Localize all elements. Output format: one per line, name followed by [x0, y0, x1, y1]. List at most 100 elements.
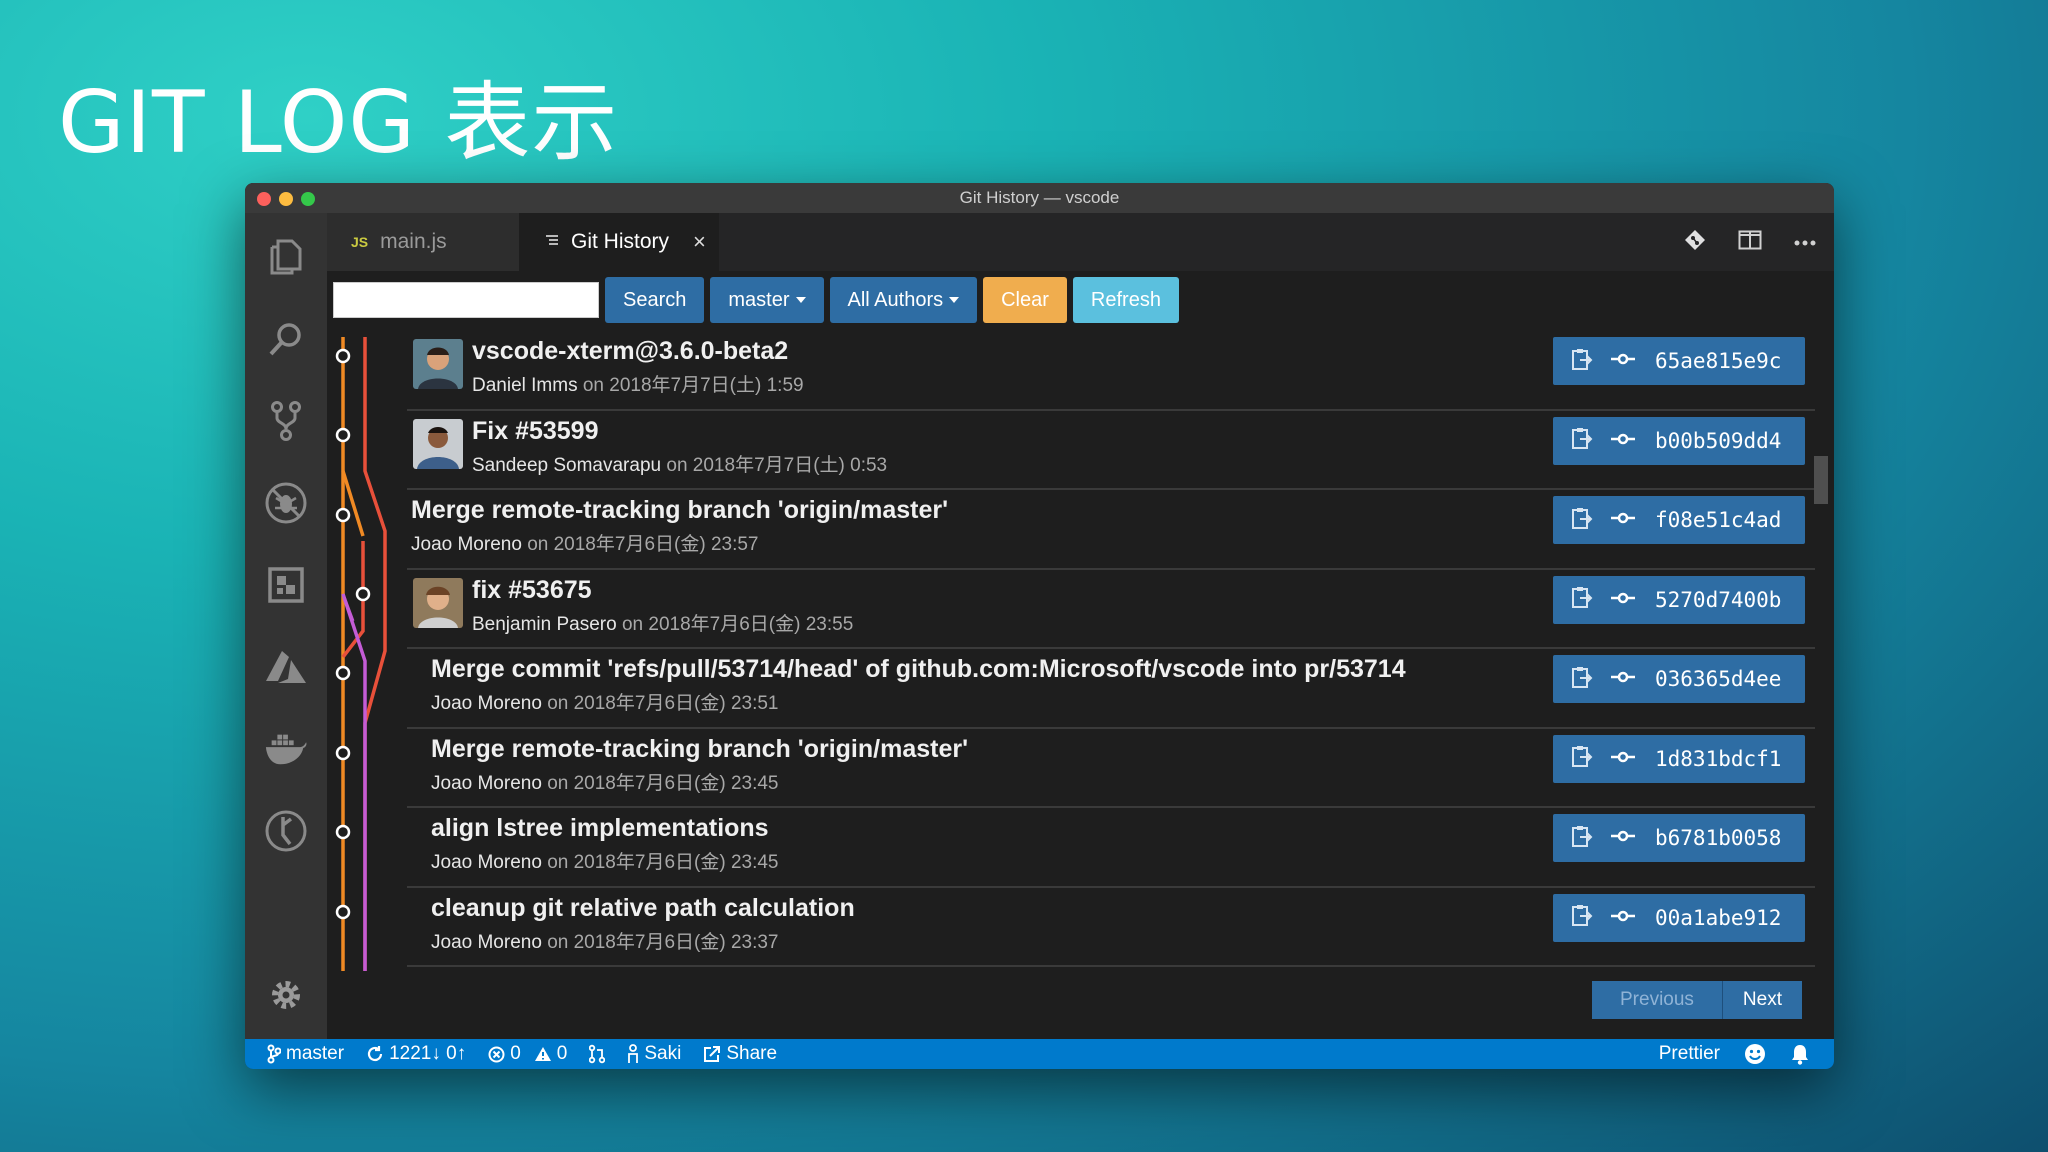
commit-author: Joao Moreno [411, 534, 522, 555]
commit-hash: 65ae815e9c [1655, 349, 1782, 373]
git-commit-icon [1611, 432, 1635, 450]
clipboard-icon[interactable] [1571, 426, 1593, 455]
branch-status[interactable]: master [267, 1043, 344, 1065]
commit-author: Joao Moreno [431, 772, 542, 794]
clipboard-icon[interactable] [1571, 744, 1593, 773]
commit-row[interactable]: align lstree implementations Joao Moreno… [407, 808, 1815, 888]
commit-hash-button[interactable]: b00b509dd4 [1553, 416, 1805, 465]
commit-on: on [547, 772, 569, 794]
commit-hash-button[interactable]: 1d831bdcf1 [1553, 734, 1805, 783]
refresh-button[interactable]: Refresh [1072, 277, 1179, 323]
explorer-icon[interactable] [264, 235, 308, 279]
commit-row[interactable]: Merge remote-tracking branch 'origin/mas… [407, 490, 1815, 570]
commit-hash-button[interactable]: 65ae815e9c [1553, 337, 1805, 385]
commit-row[interactable]: vscode-xterm@3.6.0-beta2 Daniel Imms on … [407, 331, 1815, 411]
search-input[interactable] [333, 282, 599, 318]
close-tab-icon[interactable]: × [693, 229, 706, 255]
commit-hash-button[interactable]: 036365d4ee [1553, 655, 1805, 703]
commit-row[interactable]: fix #53675 Benjamin Pasero on 2018年7月6日(… [407, 570, 1815, 649]
close-window-button[interactable] [257, 192, 271, 206]
authors-dropdown[interactable]: All Authors [829, 277, 978, 323]
more-actions-icon[interactable] [1794, 233, 1816, 251]
pull-request-status[interactable] [589, 1044, 606, 1064]
commit-date: 2018年7月6日(金) 23:55 [648, 613, 854, 635]
window-title: Git History — vscode [959, 188, 1120, 207]
next-page-button[interactable]: Next [1721, 981, 1802, 1019]
previous-page-button[interactable]: Previous [1592, 981, 1722, 1019]
source-control-icon[interactable] [264, 399, 308, 443]
commit-hash-button[interactable]: 00a1abe912 [1553, 893, 1805, 942]
commit-hash: 5270d7400b [1655, 587, 1782, 612]
azure-icon[interactable] [264, 645, 308, 689]
commit-hash-button[interactable]: f08e51c4ad [1553, 496, 1805, 544]
extensions-icon[interactable] [264, 563, 308, 607]
commit-row[interactable]: cleanup git relative path calculation Jo… [407, 888, 1815, 967]
debug-icon[interactable] [264, 481, 308, 525]
tab-git-history[interactable]: Git History × [519, 213, 719, 271]
warning-icon [534, 1047, 551, 1061]
clipboard-icon[interactable] [1571, 347, 1593, 376]
commit-hash-button[interactable]: 5270d7400b [1553, 575, 1805, 624]
sync-status[interactable]: 1221↓ 0↑ [366, 1043, 466, 1065]
search-button[interactable]: Search [605, 277, 705, 323]
clear-label: Clear [1001, 288, 1049, 311]
git-commit-icon [1611, 591, 1635, 609]
search-icon[interactable] [264, 317, 308, 361]
commit-message: Merge remote-tracking branch 'origin/mas… [431, 734, 969, 763]
commit-date: 2018年7月7日(土) 0:53 [692, 454, 888, 476]
branch-dropdown[interactable]: master [710, 277, 824, 323]
vscode-window: Git History — vscode JS main.js Git Hist… [245, 183, 1834, 1069]
git-compare-icon[interactable] [1684, 229, 1706, 256]
zoom-window-button[interactable] [301, 192, 315, 206]
commit-hash: b00b509dd4 [1655, 428, 1782, 453]
pagination: Previous Next [1592, 981, 1802, 1019]
split-editor-icon[interactable] [1738, 230, 1762, 255]
commit-message: Merge commit 'refs/pull/53714/head' of g… [431, 655, 1406, 683]
docker-icon[interactable] [264, 727, 308, 771]
settings-gear-icon[interactable] [264, 973, 308, 1017]
graph-line-orange-merge [341, 470, 365, 537]
git-history-icon[interactable] [264, 809, 308, 853]
branch-graph [335, 337, 387, 971]
tab-main-js[interactable]: JS main.js [327, 213, 519, 271]
tab-bar: JS main.js Git History × [327, 213, 1834, 271]
clipboard-icon[interactable] [1571, 903, 1593, 932]
clipboard-icon[interactable] [1571, 506, 1593, 535]
commit-list: vscode-xterm@3.6.0-beta2 Daniel Imms on … [407, 331, 1815, 967]
commit-node [335, 348, 351, 364]
share-status[interactable]: Share [703, 1043, 777, 1065]
commit-row[interactable]: Merge commit 'refs/pull/53714/head' of g… [407, 649, 1815, 729]
prettier-status[interactable]: Prettier [1659, 1043, 1720, 1065]
commit-date: 2018年7月6日(金) 23:45 [573, 852, 779, 873]
live-share-user-status[interactable]: Saki [627, 1043, 681, 1065]
branch-label: master [728, 288, 790, 311]
js-file-icon: JS [351, 234, 369, 250]
scrollbar-thumb[interactable] [1814, 456, 1828, 504]
git-history-view: Search master All Authors Clear Refresh [327, 271, 1834, 1039]
feedback-smiley-icon[interactable] [1744, 1043, 1766, 1065]
problems-status[interactable]: 0 0 [488, 1043, 567, 1065]
commit-author: Sandeep Somavarapu [472, 454, 662, 476]
clipboard-icon[interactable] [1571, 824, 1593, 853]
error-count: 0 [510, 1043, 521, 1064]
git-commit-icon [1611, 670, 1635, 688]
commit-on: on [547, 931, 569, 953]
commit-row[interactable]: Fix #53599 Sandeep Somavarapu on 2018年7月… [407, 411, 1815, 490]
commit-hash-button[interactable]: b6781b0058 [1553, 814, 1805, 862]
tab-label: main.js [380, 230, 447, 253]
caret-down-icon [949, 297, 960, 303]
slide-title: GIT LOG 表示 [58, 73, 619, 173]
minimize-window-button[interactable] [279, 192, 293, 206]
clipboard-icon[interactable] [1571, 585, 1593, 614]
pull-request-icon [589, 1044, 606, 1064]
commit-row[interactable]: Merge remote-tracking branch 'origin/mas… [407, 729, 1815, 808]
commit-message: Merge remote-tracking branch 'origin/mas… [411, 496, 949, 524]
git-commit-icon [1611, 750, 1635, 768]
graph-line-red [363, 337, 387, 971]
clipboard-icon[interactable] [1571, 665, 1593, 694]
commit-hash: 1d831bdcf1 [1655, 746, 1782, 771]
clear-button[interactable]: Clear [983, 277, 1067, 323]
notifications-bell-icon[interactable] [1790, 1043, 1810, 1065]
commit-hash: 036365d4ee [1655, 667, 1782, 691]
git-commit-icon [1611, 829, 1635, 847]
